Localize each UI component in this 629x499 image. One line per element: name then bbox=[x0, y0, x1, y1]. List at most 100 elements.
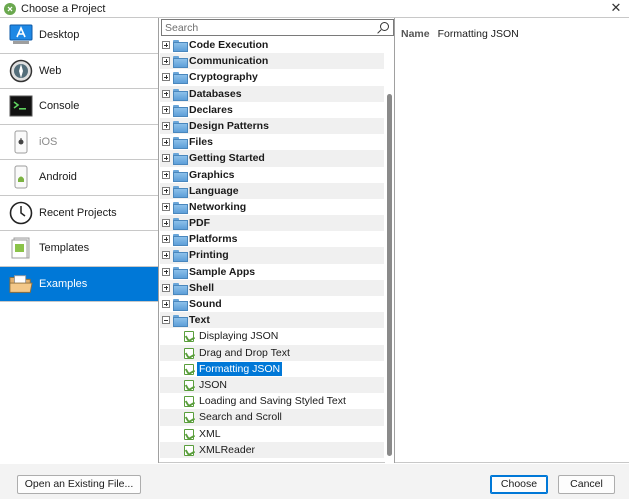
tree-folder-row[interactable]: Communication bbox=[160, 53, 384, 70]
category-ios[interactable]: iOS bbox=[0, 125, 158, 160]
tree-folder-row[interactable]: Files bbox=[160, 134, 384, 150]
category-label: Desktop bbox=[39, 29, 80, 42]
window-title: Choose a Project bbox=[21, 2, 106, 15]
folder-label: Graphics bbox=[189, 168, 235, 181]
folder-label: Communication bbox=[189, 55, 269, 68]
scrollbar-thumb[interactable] bbox=[387, 94, 392, 456]
expand-toggle-icon[interactable] bbox=[162, 138, 170, 147]
tree-folder-row[interactable]: Shell bbox=[160, 279, 384, 296]
close-button[interactable]: ✕ bbox=[609, 1, 623, 15]
expand-toggle-icon[interactable] bbox=[162, 283, 170, 292]
example-item-label: Loading and Saving Styled Text bbox=[199, 395, 346, 408]
expand-toggle-icon[interactable] bbox=[162, 73, 170, 82]
folder-label: Declares bbox=[189, 103, 233, 116]
tree-folder-row[interactable]: PDF bbox=[160, 215, 384, 232]
expand-toggle-icon[interactable] bbox=[162, 41, 170, 49]
tree-example-item[interactable]: Displaying JSON bbox=[160, 328, 384, 344]
expand-toggle-icon[interactable] bbox=[162, 219, 170, 228]
expand-toggle-icon[interactable] bbox=[162, 154, 170, 163]
example-item-label: JSON bbox=[199, 378, 228, 391]
search-field[interactable]: Search bbox=[161, 19, 394, 36]
tree-folder-row[interactable]: Cryptography bbox=[160, 69, 384, 85]
expand-toggle-icon[interactable] bbox=[162, 89, 170, 98]
example-tree-panel: Search Code Execution Communication Crypto… bbox=[160, 18, 395, 463]
folder-label: Text bbox=[189, 314, 210, 327]
tree-folder-row[interactable]: Printing bbox=[160, 247, 384, 264]
tree-example-item[interactable]: Search and Scroll bbox=[160, 409, 384, 426]
folder-icon bbox=[173, 299, 188, 311]
tree-folder-row[interactable]: Graphics bbox=[160, 167, 384, 183]
tree-folder-row[interactable]: Declares bbox=[160, 102, 384, 118]
folder-label: Platforms bbox=[189, 233, 238, 246]
expand-toggle-icon[interactable] bbox=[162, 57, 170, 66]
example-file-icon bbox=[184, 379, 194, 391]
example-file-icon bbox=[184, 444, 194, 456]
tree-example-item[interactable]: JSON bbox=[160, 376, 384, 394]
folder-icon bbox=[173, 72, 188, 85]
tree-example-item[interactable]: Loading and Saving Styled Text bbox=[160, 393, 384, 409]
expand-toggle-icon[interactable] bbox=[162, 267, 170, 276]
collapse-toggle-icon[interactable] bbox=[162, 316, 170, 325]
category-examples[interactable]: Examples bbox=[0, 266, 158, 302]
expand-toggle-icon[interactable] bbox=[162, 121, 170, 130]
folder-icon bbox=[173, 137, 188, 150]
tree-folder-row[interactable]: Language bbox=[160, 182, 384, 199]
tree-scrollbar[interactable] bbox=[385, 37, 394, 463]
folder-label: Printing bbox=[189, 249, 229, 262]
tree-example-item[interactable]: Formatting JSON bbox=[160, 361, 384, 377]
category-android[interactable]: Android bbox=[0, 160, 158, 196]
expand-toggle-icon[interactable] bbox=[162, 186, 170, 195]
folder-icon bbox=[173, 266, 188, 279]
category-label: Examples bbox=[39, 277, 88, 290]
folder-icon bbox=[173, 185, 188, 198]
example-item-label: Drag and Drop Text bbox=[199, 346, 290, 359]
open-existing-file-button[interactable]: Open an Existing File... bbox=[17, 475, 141, 494]
tree-folder-row[interactable]: Code Execution bbox=[160, 37, 384, 53]
category-recent-projects[interactable]: Recent Projects bbox=[0, 196, 158, 231]
expand-toggle-icon[interactable] bbox=[162, 251, 170, 260]
tree-example-item[interactable]: Drag and Drop Text bbox=[160, 344, 384, 361]
example-file-icon bbox=[184, 396, 194, 408]
tree-folder-row[interactable]: Sound bbox=[160, 296, 384, 312]
expand-toggle-icon[interactable] bbox=[162, 105, 170, 114]
expand-toggle-icon[interactable] bbox=[162, 202, 170, 211]
example-file-icon bbox=[184, 428, 194, 440]
tree-folder-row[interactable]: Sample Apps bbox=[160, 264, 384, 280]
tree-folder-row[interactable]: Networking bbox=[160, 199, 384, 215]
search-icon[interactable] bbox=[376, 21, 390, 35]
folder-icon bbox=[173, 201, 188, 214]
tree-example-item[interactable]: XMLReader bbox=[160, 441, 384, 458]
tree-folder-row[interactable]: Design Patterns bbox=[160, 117, 384, 135]
app-logo-icon bbox=[4, 2, 16, 15]
expand-toggle-icon[interactable] bbox=[162, 235, 170, 244]
category-web[interactable]: Web bbox=[0, 54, 158, 89]
folder-label: Language bbox=[189, 184, 239, 197]
tree-folder-row-expanded[interactable]: Text bbox=[160, 312, 384, 329]
folder-icon bbox=[173, 169, 188, 182]
folder-label: Design Patterns bbox=[189, 119, 269, 132]
category-label: Console bbox=[39, 100, 80, 113]
category-label: iOS bbox=[39, 135, 58, 148]
console-icon bbox=[9, 94, 33, 118]
category-label: Web bbox=[39, 64, 62, 77]
name-value: Formatting JSON bbox=[437, 28, 519, 40]
expand-toggle-icon[interactable] bbox=[162, 300, 170, 308]
category-console[interactable]: Console bbox=[0, 89, 158, 125]
category-templates[interactable]: Templates bbox=[0, 231, 158, 267]
phone-apple-icon bbox=[9, 130, 33, 154]
expand-toggle-icon[interactable] bbox=[162, 170, 170, 179]
category-desktop[interactable]: Desktop bbox=[0, 18, 158, 54]
category-label: Android bbox=[39, 171, 77, 184]
tree-folder-row[interactable]: Platforms bbox=[160, 231, 384, 247]
tree-folder-row[interactable]: Getting Started bbox=[160, 150, 384, 167]
folder-icon bbox=[173, 88, 188, 101]
tree-folder-row[interactable]: Databases bbox=[160, 85, 384, 102]
clock-icon bbox=[9, 201, 33, 225]
tree-example-item[interactable]: XML bbox=[160, 426, 384, 442]
folder-label: Code Execution bbox=[189, 39, 269, 51]
title-bar: Choose a Project ✕ bbox=[0, 0, 629, 17]
desktop-app-icon bbox=[9, 23, 33, 47]
cancel-button[interactable]: Cancel bbox=[558, 475, 615, 494]
folder-icon bbox=[173, 250, 188, 263]
choose-button[interactable]: Choose bbox=[490, 475, 548, 494]
